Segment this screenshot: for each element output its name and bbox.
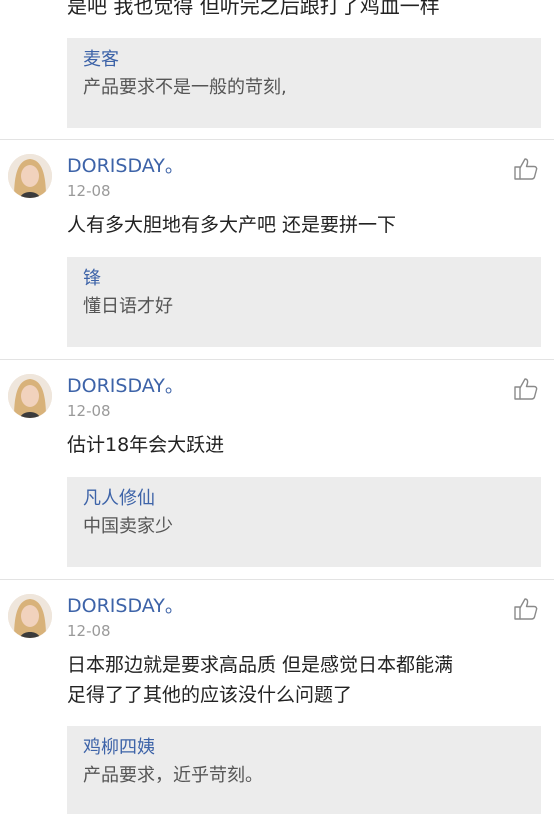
- comment-date: 12-08: [67, 402, 111, 420]
- quoted-user-name[interactable]: 凡人修仙: [83, 487, 525, 511]
- quoted-reply[interactable]: 锋 懂日语才好: [67, 257, 541, 347]
- comment-item: DORISDAY。 12-08 估计18年会大跃进 凡人修仙 中国卖家少: [0, 360, 554, 578]
- comment-text-line: 日本那边就是要求高品质 但是感觉日本都能满: [67, 654, 454, 676]
- quoted-user-name[interactable]: 麦客: [83, 48, 525, 72]
- thumbs-up-icon[interactable]: [513, 376, 539, 402]
- quoted-text: 产品要求不是一般的苛刻,: [83, 77, 287, 98]
- comment-text-line: 人有多大胆地有多大产吧 还是要拼一下: [67, 214, 397, 236]
- user-name[interactable]: DORISDAY。: [67, 154, 184, 178]
- comment-text-line: 估计18年会大跃进: [67, 434, 225, 456]
- comment-item: DORISDAY。 12-08 日本那边就是要求高品质 但是感觉日本都能满 足得…: [0, 580, 554, 814]
- user-avatar[interactable]: [8, 374, 52, 418]
- thumbs-up-icon[interactable]: [513, 156, 539, 182]
- comment-text: 日本那边就是要求高品质 但是感觉日本都能满 足得了了其他的应该没什么问题了: [67, 650, 537, 710]
- comment-text: 人有多大胆地有多大产吧 还是要拼一下: [67, 210, 537, 240]
- comment-date: 12-08: [67, 622, 111, 640]
- user-avatar[interactable]: [8, 594, 52, 638]
- comment-text: 估计18年会大跃进: [67, 430, 537, 460]
- quoted-text: 产品要求，近乎苛刻。: [83, 765, 263, 786]
- quoted-user-name[interactable]: 锋: [83, 267, 525, 291]
- comment-item: DORISDAY。 12-08 人有多大胆地有多大产吧 还是要拼一下 锋 懂日语…: [0, 140, 554, 358]
- comment-text-line: 足得了了其他的应该没什么问题了: [67, 684, 353, 706]
- top-comment-text: 是吧 我也觉得 但听完之后跟打了鸡血一样: [67, 0, 440, 18]
- quoted-user-name[interactable]: 鸡柳四姨: [83, 736, 525, 760]
- user-name[interactable]: DORISDAY。: [67, 374, 184, 398]
- quoted-text: 中国卖家少: [83, 516, 173, 537]
- quoted-reply[interactable]: 鸡柳四姨 产品要求，近乎苛刻。: [67, 726, 541, 814]
- user-avatar[interactable]: [8, 154, 52, 198]
- top-comment: 是吧 我也觉得 但听完之后跟打了鸡血一样 麦客 产品要求不是一般的苛刻,: [0, 0, 554, 140]
- user-name[interactable]: DORISDAY。: [67, 594, 184, 618]
- quoted-reply[interactable]: 麦客 产品要求不是一般的苛刻,: [67, 38, 541, 128]
- thumbs-up-icon[interactable]: [513, 596, 539, 622]
- comment-date: 12-08: [67, 182, 111, 200]
- quoted-text: 懂日语才好: [83, 296, 173, 317]
- quoted-reply[interactable]: 凡人修仙 中国卖家少: [67, 477, 541, 567]
